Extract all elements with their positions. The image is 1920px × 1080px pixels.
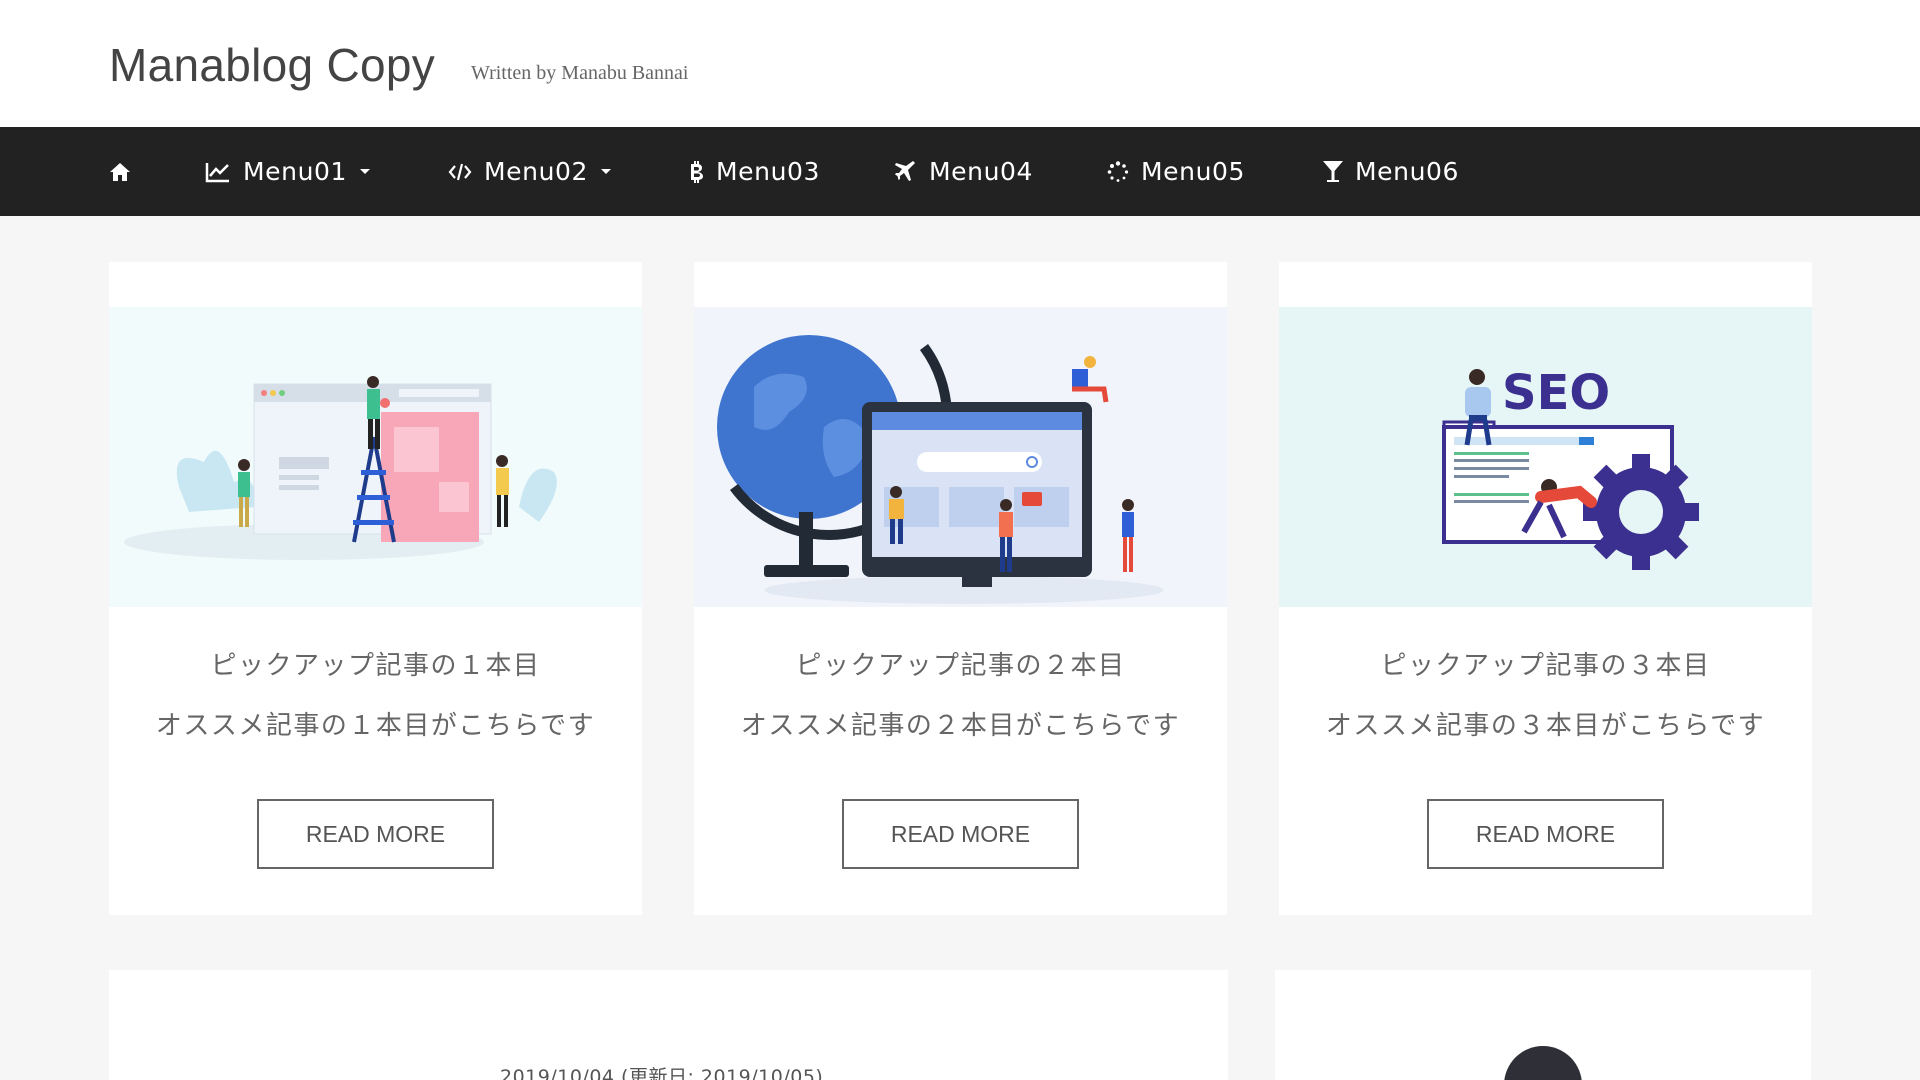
card-excerpt: オススメ記事の１本目がこちらです: [155, 711, 596, 741]
profile-card: [1275, 970, 1811, 1080]
post-card: 2019/10/04 (更新日: 2019/10/05): [109, 970, 1228, 1080]
code-icon: [448, 162, 472, 182]
glass-icon: [1323, 160, 1343, 184]
line-chart-icon: [205, 161, 231, 183]
card-excerpt: オススメ記事の２本目がこちらです: [740, 711, 1181, 741]
pickup-image-globe-web[interactable]: [694, 307, 1227, 607]
chevron-down-icon: [600, 168, 612, 176]
pickup-image-web-design[interactable]: [109, 307, 642, 607]
nav-label-menu05: Menu05: [1141, 157, 1246, 186]
card-title[interactable]: ピックアップ記事の１本目: [109, 645, 642, 682]
spinner-icon: [1107, 160, 1129, 183]
card-title[interactable]: ピックアップ記事の２本目: [694, 645, 1227, 682]
avatar: [1504, 1046, 1582, 1080]
nav-item-menu01[interactable]: Menu01: [205, 127, 371, 216]
nav-item-menu06[interactable]: Menu06: [1323, 127, 1459, 216]
nav-item-menu05[interactable]: Menu05: [1107, 127, 1245, 216]
site-header: Manablog Copy Written by Manabu Bannai: [0, 0, 1920, 127]
nav-item-menu04[interactable]: Menu04: [895, 127, 1033, 216]
pickup-image-seo[interactable]: SEO: [1279, 307, 1812, 607]
card-excerpt: オススメ記事の３本目がこちらです: [1325, 711, 1766, 741]
main-nav: Menu01 Menu02 Menu03 Menu04 Menu05 Menu0…: [0, 127, 1920, 216]
home-icon: [109, 162, 131, 182]
nav-label-menu06: Menu06: [1355, 157, 1460, 186]
nav-label-menu03: Menu03: [716, 157, 821, 186]
read-more-button[interactable]: READ MORE: [842, 799, 1079, 869]
pickup-card-3: SEO ピックアップ記事の３本目 オススメ記事の３本目がこちらです READ M…: [1279, 262, 1812, 915]
chevron-down-icon: [359, 168, 371, 176]
nav-item-home[interactable]: [109, 127, 143, 216]
nav-label-menu04: Menu04: [929, 157, 1034, 186]
plane-icon: [895, 160, 917, 183]
seo-icon-text: SEO: [1502, 365, 1610, 421]
post-date: 2019/10/04 (更新日: 2019/10/05): [500, 1066, 824, 1080]
nav-item-menu03[interactable]: Menu03: [688, 127, 820, 216]
card-title[interactable]: ピックアップ記事の３本目: [1279, 645, 1812, 682]
bitcoin-icon: [688, 160, 704, 183]
read-more-button[interactable]: READ MORE: [257, 799, 494, 869]
nav-item-menu02[interactable]: Menu02: [448, 127, 612, 216]
nav-label-menu02: Menu02: [484, 157, 589, 186]
site-title[interactable]: Manablog Copy: [109, 38, 435, 92]
nav-label-menu01: Menu01: [243, 157, 348, 186]
site-description: Written by Manabu Bannai: [471, 62, 689, 84]
pickup-card-2: ピックアップ記事の２本目 オススメ記事の２本目がこちらです READ MORE: [694, 262, 1227, 915]
read-more-button[interactable]: READ MORE: [1427, 799, 1664, 869]
pickup-card-1: ピックアップ記事の１本目 オススメ記事の１本目がこちらです READ MORE: [109, 262, 642, 915]
